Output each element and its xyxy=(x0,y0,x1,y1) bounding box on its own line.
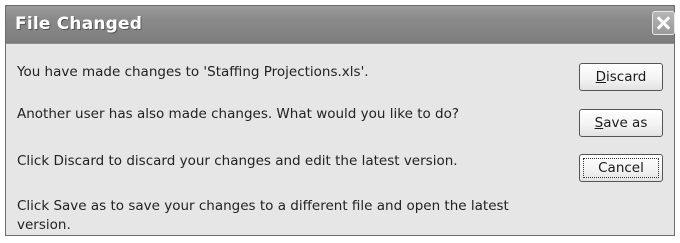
save-as-mnemonic: S xyxy=(594,115,604,131)
message-save-as-hint: Click Save as to save your changes to a … xyxy=(17,197,509,235)
discard-button-label: Discard xyxy=(596,69,647,85)
message-save-as-hint-line2: version. xyxy=(17,217,71,233)
discard-label-rest: iscard xyxy=(606,69,647,85)
message-save-as-hint-line1: Click Save as to save your changes to a … xyxy=(17,198,509,214)
message-other-user: Another user has also made changes. What… xyxy=(17,106,460,122)
message-changes-made: You have made changes to 'Staffing Proje… xyxy=(17,64,369,80)
discard-mnemonic: D xyxy=(595,69,607,85)
dialog-title: File Changed xyxy=(15,14,143,34)
save-as-label-rest: ave as xyxy=(603,115,648,131)
cancel-button[interactable]: Cancel xyxy=(579,154,663,182)
title-bar[interactable]: File Changed xyxy=(6,6,675,44)
file-changed-dialog: File Changed You have made changes to 'S… xyxy=(5,5,675,236)
close-icon[interactable] xyxy=(652,11,675,35)
message-discard-hint: Click Discard to discard your changes an… xyxy=(17,153,458,169)
discard-button[interactable]: Discard xyxy=(579,63,663,91)
cancel-button-label: Cancel xyxy=(598,160,644,176)
save-as-button[interactable]: Save as xyxy=(579,109,663,137)
save-as-button-label: Save as xyxy=(595,115,648,131)
